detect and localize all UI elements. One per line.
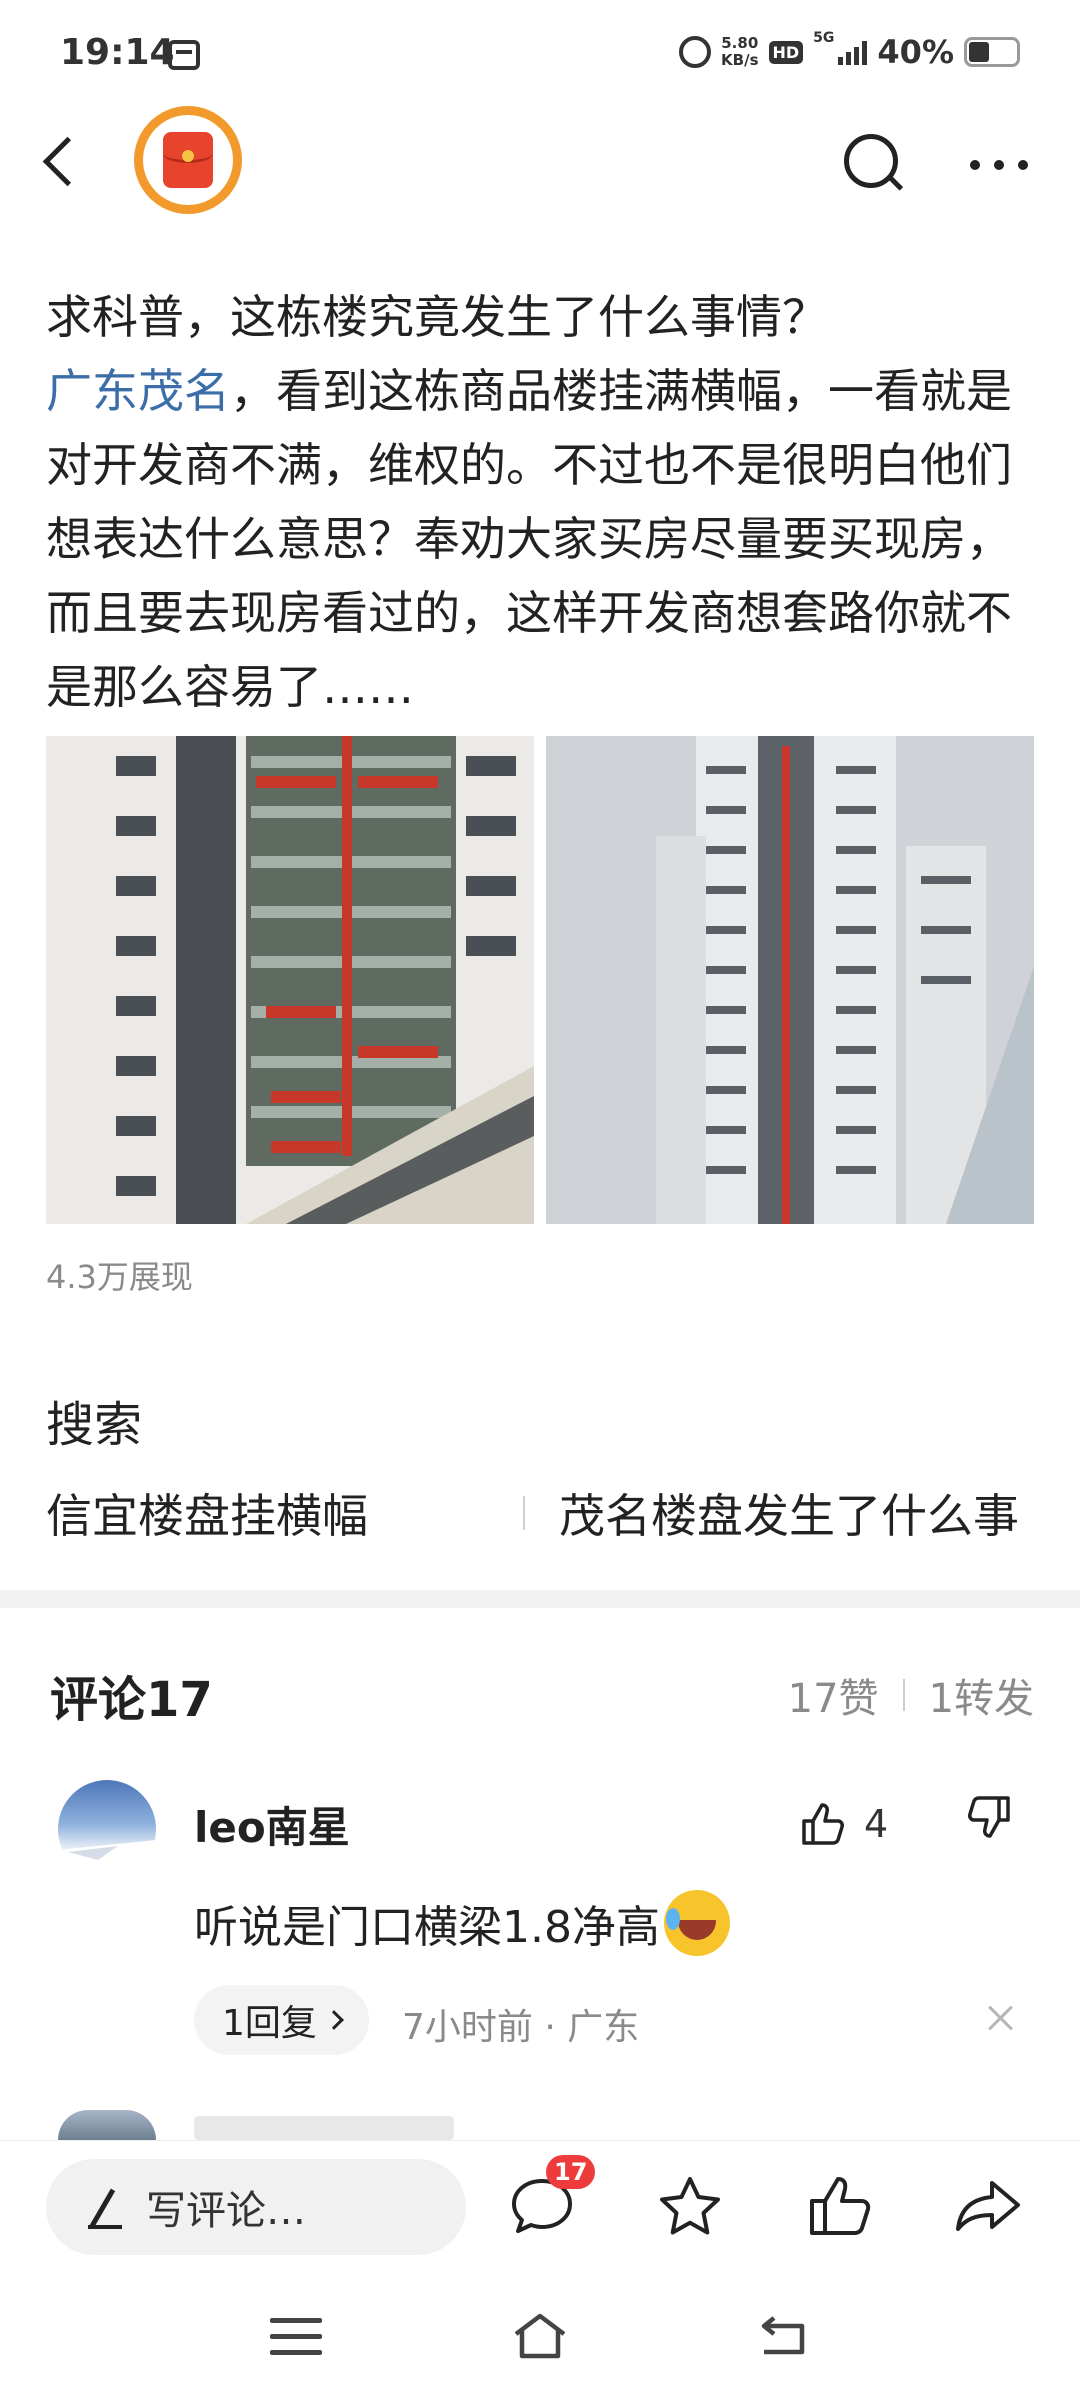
write-comment-input[interactable]: 写评论… bbox=[46, 2159, 466, 2255]
post-image-1[interactable] bbox=[46, 736, 534, 1224]
message-notification-icon bbox=[168, 40, 200, 70]
thumbs-up-icon bbox=[810, 2177, 871, 2235]
star-icon bbox=[660, 2177, 720, 2235]
search-section-title: 搜索 bbox=[46, 1397, 143, 1453]
network-speed: 5.80 KB/s bbox=[721, 35, 758, 69]
dismiss-comment-button[interactable] bbox=[982, 2000, 1018, 2036]
comments-button[interactable]: 17 bbox=[506, 2155, 596, 2243]
share-button[interactable] bbox=[952, 2171, 1024, 2243]
divider bbox=[902, 1679, 905, 1711]
comment-text: 听说是门口横梁1.8净高 bbox=[194, 1890, 730, 1956]
comment-text-body: 听说是门口横梁1.8净高 bbox=[194, 1902, 660, 1953]
likes-count[interactable]: 17赞 bbox=[788, 1666, 879, 1724]
back-icon[interactable] bbox=[752, 2308, 812, 2368]
search-button[interactable] bbox=[838, 128, 908, 198]
status-time: 19:14 bbox=[60, 32, 175, 73]
comment-count-badge: 17 bbox=[546, 2155, 596, 2189]
thumbs-up-icon bbox=[802, 1803, 844, 1845]
top-header bbox=[0, 100, 1080, 230]
post-stats: 17赞 1转发 bbox=[788, 1666, 1034, 1724]
comments-title: 评论17 bbox=[50, 1672, 213, 1728]
comment-like-count: 4 bbox=[864, 1802, 889, 1846]
battery-icon bbox=[964, 37, 1020, 67]
search-suggestion[interactable]: 茂名楼盘发生了什么事 bbox=[559, 1480, 1036, 1546]
comment-username[interactable]: leo南星 bbox=[194, 1794, 350, 1855]
view-count: 4.3万展现 bbox=[46, 1258, 193, 1296]
network-speed-value: 5.80 bbox=[721, 34, 759, 52]
battery-percent: 40% bbox=[877, 33, 954, 71]
chevron-right-icon bbox=[324, 2010, 344, 2030]
back-button[interactable] bbox=[30, 128, 90, 198]
dot-icon bbox=[970, 160, 980, 170]
share-icon bbox=[956, 2181, 1020, 2231]
thumbs-down-icon bbox=[968, 1796, 1010, 1838]
divider bbox=[523, 1496, 525, 1530]
post-title-line: 求科普，这栋楼究竟发生了什么事情？ bbox=[46, 290, 828, 344]
section-divider bbox=[0, 1590, 1080, 1608]
network-speed-unit: KB/s bbox=[721, 51, 759, 69]
avatar[interactable] bbox=[58, 2110, 156, 2140]
avatar[interactable] bbox=[58, 1780, 156, 1878]
signal-icon bbox=[838, 39, 868, 65]
reply-count-label: 1回复 bbox=[222, 2003, 317, 2044]
system-nav-bar bbox=[0, 2270, 1080, 2400]
laughing-tears-emoji-icon bbox=[663, 1890, 730, 1956]
home-icon[interactable] bbox=[510, 2306, 570, 2366]
status-indicators: 5.80 KB/s HD 5G 40% bbox=[679, 30, 1020, 74]
search-suggestions: 信宜楼盘挂横幅 茂名楼盘发生了什么事 bbox=[46, 1478, 1036, 1548]
like-button[interactable] bbox=[804, 2171, 876, 2243]
red-packet-icon bbox=[163, 132, 213, 188]
bottom-action-bar: 写评论… 17 bbox=[0, 2140, 1080, 2270]
menu-icon[interactable] bbox=[270, 2318, 322, 2358]
write-comment-placeholder: 写评论… bbox=[146, 2188, 306, 2234]
network-type: 5G bbox=[813, 30, 835, 46]
post-body: 求科普，这栋楼究竟发生了什么事情？ 广东茂名，看到这栋商品楼挂满横幅，一看就是对… bbox=[46, 280, 1036, 724]
comment-like-button[interactable]: 4 bbox=[800, 1794, 888, 1854]
shares-count[interactable]: 1转发 bbox=[929, 1666, 1034, 1724]
hd-indicator: HD bbox=[768, 40, 804, 64]
dot-icon bbox=[1018, 160, 1028, 170]
app-logo[interactable] bbox=[134, 106, 242, 214]
pen-icon bbox=[82, 2187, 122, 2229]
view-replies-button[interactable]: 1回复 bbox=[194, 1985, 369, 2055]
comment-dislike-button[interactable] bbox=[966, 1794, 1016, 1854]
comment-username bbox=[194, 2116, 454, 2140]
post-image-2[interactable] bbox=[546, 736, 1034, 1224]
favorite-button[interactable] bbox=[654, 2171, 726, 2243]
dot-icon bbox=[994, 160, 1004, 170]
alarm-icon bbox=[679, 36, 712, 68]
status-bar: 19:14 5.80 KB/s HD 5G 40% bbox=[0, 0, 1080, 110]
location-link[interactable]: 广东茂名 bbox=[46, 364, 230, 418]
comment-meta: 7小时前 · 广东 bbox=[402, 2007, 640, 2048]
search-suggestion[interactable]: 信宜楼盘挂横幅 bbox=[46, 1480, 523, 1546]
more-options-button[interactable] bbox=[970, 150, 1040, 180]
